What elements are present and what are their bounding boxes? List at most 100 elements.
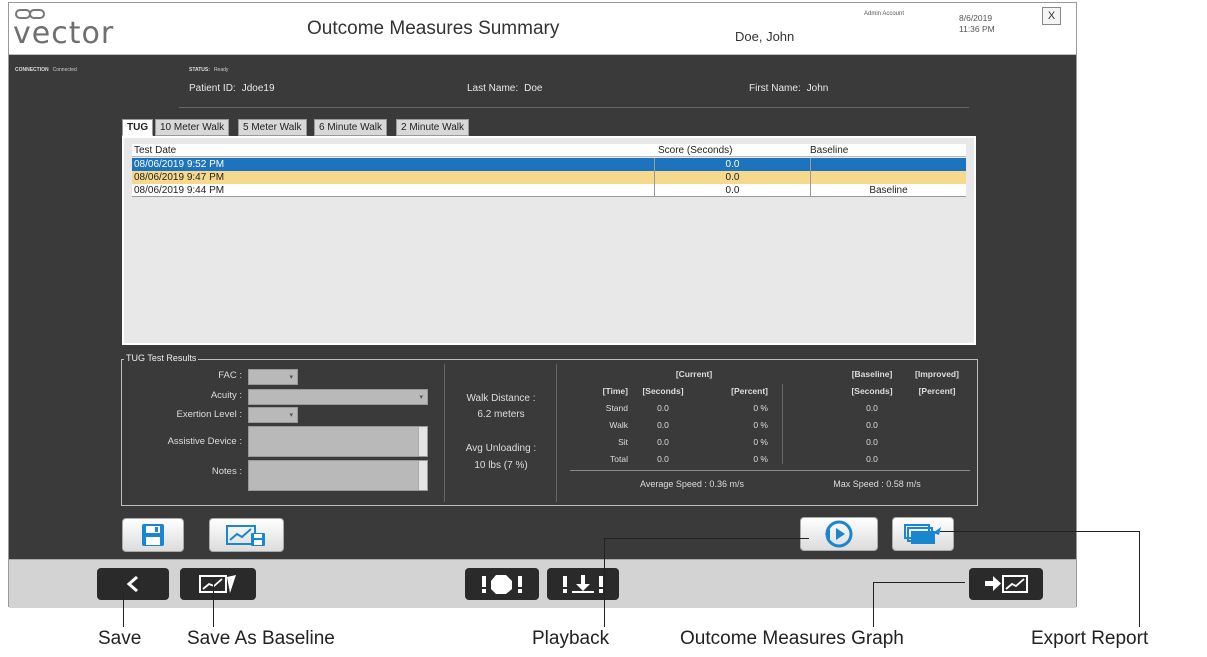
walk-distance-label: Walk Distance : bbox=[466, 393, 536, 404]
results-legend: TUG Test Results bbox=[124, 353, 199, 363]
acuity-select[interactable]: ▾ bbox=[248, 389, 428, 405]
tab-tug[interactable]: TUG bbox=[122, 119, 154, 136]
first-name: First Name: John bbox=[749, 83, 828, 94]
exertion-label: Exertion Level : bbox=[176, 409, 242, 420]
stand-seconds: 0.0 bbox=[657, 403, 669, 413]
save-as-baseline-button[interactable] bbox=[209, 518, 284, 552]
column-header-score[interactable]: Score (Seconds) bbox=[654, 144, 810, 157]
callout-line-graph bbox=[873, 582, 874, 627]
load-alert-button[interactable] bbox=[547, 568, 619, 600]
stand-baseline: 0.0 bbox=[866, 403, 878, 413]
connection-value: Connected bbox=[52, 67, 77, 73]
callout-line-playback bbox=[604, 538, 605, 627]
outcome-measures-graph-button[interactable] bbox=[969, 568, 1043, 600]
tab-5-meter-walk[interactable]: 5 Meter Walk bbox=[238, 119, 307, 136]
arrow-chart-icon bbox=[985, 575, 1028, 593]
tab-6-minute-walk[interactable]: 6 Minute Walk bbox=[314, 119, 387, 136]
fac-select[interactable]: ▾ bbox=[248, 369, 298, 385]
tug-test-results-panel: TUG Test Results FAC : ▾ Acuity : ▾ Exer… bbox=[121, 353, 978, 506]
download-alert-icon bbox=[563, 575, 603, 593]
back-button[interactable] bbox=[97, 568, 169, 600]
logo-text: vector bbox=[13, 16, 115, 51]
tab-10-meter-walk[interactable]: 10 Meter Walk bbox=[155, 119, 230, 136]
callout-line-graph bbox=[873, 582, 965, 583]
exertion-select[interactable]: ▾ bbox=[248, 407, 298, 423]
notes-field[interactable] bbox=[248, 460, 428, 491]
playback-button[interactable] bbox=[800, 517, 878, 551]
date-label: 8/6/2019 bbox=[959, 13, 993, 23]
patient-id: Patient ID: Jdoe19 bbox=[189, 83, 275, 94]
tab-2-minute-walk[interactable]: 2 Minute Walk bbox=[396, 119, 469, 136]
walk-seconds: 0.0 bbox=[657, 420, 669, 430]
table-row[interactable]: 08/06/2019 9:52 PM 0.0 bbox=[132, 158, 966, 171]
column-header-test-date[interactable]: Test Date bbox=[134, 144, 176, 157]
floppy-disk-icon bbox=[142, 524, 164, 546]
sit-baseline: 0.0 bbox=[866, 437, 878, 447]
status-label: STATUS: bbox=[189, 67, 210, 73]
app-window: vector Outcome Measures Summary Doe, Joh… bbox=[8, 2, 1077, 608]
callout-export-report: Export Report bbox=[1031, 628, 1149, 649]
total-label: Total bbox=[610, 454, 628, 464]
acuity-label: Acuity : bbox=[210, 390, 242, 401]
outcome-graph-button[interactable] bbox=[180, 568, 256, 600]
divider bbox=[179, 107, 969, 108]
walk-baseline: 0.0 bbox=[866, 420, 878, 430]
time-label: 11:36 PM bbox=[959, 24, 995, 34]
connection-label: CONNECTION bbox=[15, 67, 49, 73]
divider bbox=[556, 364, 557, 502]
playback-icon bbox=[825, 520, 853, 548]
max-speed: Max Speed : 0.58 m/s bbox=[833, 479, 921, 489]
cell-baseline bbox=[810, 171, 966, 184]
improved-header: [Improved] bbox=[915, 369, 959, 379]
cell-score: 0.0 bbox=[654, 184, 810, 197]
callout-save: Save bbox=[98, 628, 142, 649]
vector-logo: vector bbox=[13, 7, 143, 51]
page-title: Outcome Measures Summary bbox=[307, 18, 560, 39]
table-row[interactable]: 08/06/2019 9:47 PM 0.0 bbox=[132, 171, 966, 184]
callout-line-save-baseline bbox=[213, 580, 214, 627]
table-header: Test Date Score (Seconds) Baseline bbox=[132, 144, 966, 157]
last-name-label: Last Name: bbox=[467, 83, 519, 94]
walk-label: Walk bbox=[609, 420, 628, 430]
callout-line-export bbox=[1139, 531, 1140, 627]
title-bar: vector Outcome Measures Summary Doe, Joh… bbox=[9, 3, 1076, 55]
export-report-button[interactable] bbox=[892, 517, 954, 551]
cell-score: 0.0 bbox=[654, 158, 810, 171]
total-seconds: 0.0 bbox=[657, 454, 669, 464]
callout-line-export bbox=[940, 531, 1140, 532]
sit-seconds: 0.0 bbox=[657, 437, 669, 447]
cell-score: 0.0 bbox=[654, 171, 810, 184]
assistive-device-label: Assistive Device : bbox=[167, 436, 242, 447]
divider bbox=[782, 384, 783, 464]
scrollbar[interactable] bbox=[418, 461, 427, 490]
close-button[interactable]: X bbox=[1042, 7, 1061, 25]
alert-button[interactable] bbox=[465, 568, 539, 600]
alert-octagon-icon bbox=[482, 575, 522, 594]
seconds-header: [Seconds] bbox=[642, 386, 684, 396]
chevron-down-icon: ▾ bbox=[419, 394, 423, 401]
total-baseline: 0.0 bbox=[866, 454, 878, 464]
average-speed: Average Speed : 0.36 m/s bbox=[640, 479, 744, 489]
scrollbar[interactable] bbox=[418, 427, 427, 456]
divider bbox=[570, 470, 970, 471]
test-results-table[interactable]: Test Date Score (Seconds) Baseline 08/06… bbox=[122, 136, 976, 345]
app-status: STATUS: Ready bbox=[189, 67, 228, 73]
column-header-baseline[interactable]: Baseline bbox=[810, 144, 966, 157]
save-button[interactable] bbox=[122, 518, 184, 552]
divider bbox=[444, 364, 445, 502]
callout-save-as-baseline: Save As Baseline bbox=[187, 628, 335, 649]
patient-name: Doe, John bbox=[735, 29, 795, 44]
assistive-device-field[interactable] bbox=[248, 426, 428, 457]
last-name-value: Doe bbox=[524, 83, 543, 94]
account-name: Admin Account bbox=[864, 11, 905, 17]
date-time: 8/6/2019 11:36 PM bbox=[959, 13, 995, 35]
first-name-label: First Name: bbox=[749, 83, 801, 94]
chart-save-icon bbox=[225, 525, 265, 546]
improved-percent-header: [Percent] bbox=[918, 386, 956, 396]
table-row[interactable]: 08/06/2019 9:44 PM 0.0 Baseline bbox=[132, 184, 966, 197]
stand-percent: 0 % bbox=[753, 403, 768, 413]
current-header: [Current] bbox=[675, 369, 713, 379]
last-name: Last Name: Doe bbox=[467, 83, 543, 94]
chart-arrow-icon bbox=[199, 575, 236, 593]
avg-unloading-label: Avg Unloading : bbox=[465, 443, 537, 454]
